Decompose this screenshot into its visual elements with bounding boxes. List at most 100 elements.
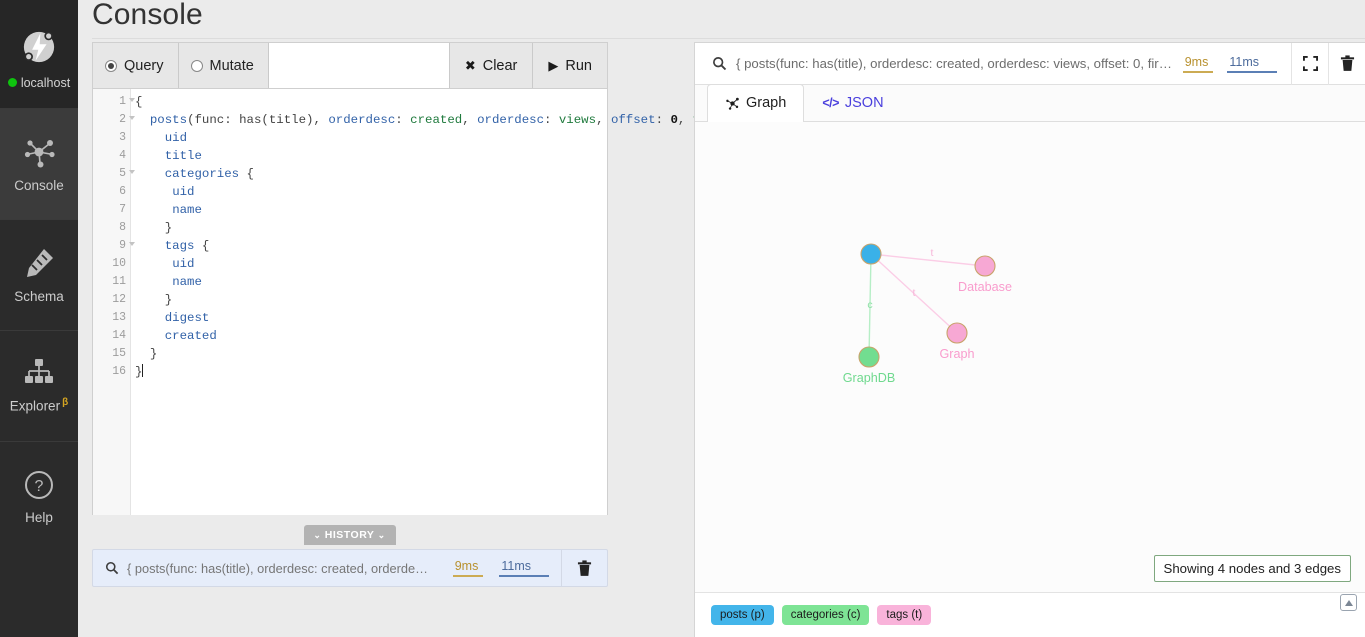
result-latency: 9ms 11ms [1182,55,1291,73]
code-line: } [135,221,173,235]
code-line: created [164,329,217,343]
hierarchy-icon [25,359,53,384]
history-delete-button[interactable] [561,550,607,586]
code-line: posts(func: has(title), orderdesc: creat… [149,113,775,127]
history-total-latency: 11ms [499,559,549,577]
code-line: uid [164,131,188,145]
code-line: { [135,95,143,109]
query-editor[interactable]: 1 2 3 4 5 6 7 8 9 10 11 12 13 14 15 16 { posts(func: ha… [93,89,775,515]
legend-chip[interactable]: tags (t) [877,605,932,625]
graph-edge-label: c [867,299,872,311]
history-entry-text: { posts(func: has(title), orderdesc: cre… [127,560,428,576]
history-toggle-wrap: ⌄ HISTORY ⌄ [92,525,608,545]
tab-json[interactable]: </> JSON [804,84,901,121]
mode-radio-query[interactable]: Query [93,43,179,88]
dgraph-logo-icon [23,31,55,62]
sidebar-item-explorer[interactable]: Explorer β [0,330,78,441]
code-line: name [172,203,202,217]
fold-triangle-icon[interactable] [129,98,135,102]
connection-dot-icon [7,78,17,87]
line-number: 16 [112,365,126,378]
result-delete-button[interactable] [1328,42,1365,85]
search-icon [105,561,119,575]
mode-mutate-label: Mutate [209,57,254,74]
editor-code[interactable]: { posts(func: has(title), orderdesc: cre… [131,89,775,515]
result-panel: { posts(func: has(title), orderdesc: cre… [694,42,1365,637]
sidebar-item-console[interactable]: Console [0,108,78,219]
graph-edge[interactable] [870,253,986,267]
sidebar-brand[interactable]: localhost [0,0,78,108]
collapse-panel-button[interactable] [1340,594,1357,611]
code-line: tags { [164,239,210,253]
graph-edge-label: t [913,287,916,299]
graph-canvas[interactable]: t t c Database Graph GraphDB Showing 4 nodes … [695,122,1365,592]
line-number: 7 [119,203,126,216]
graph-visualization[interactable]: t t c Database Graph GraphDB [695,122,1365,592]
graph-node-label: GraphDB [843,371,896,385]
result-toolbar: { posts(func: has(title), orderdesc: cre… [695,42,1365,85]
history-entry-row[interactable]: { posts(func: has(title), orderdesc: cre… [92,549,608,587]
graph-edge-label: t [931,247,934,259]
line-number: 4 [119,149,126,162]
history-server-latency: 9ms [452,559,484,577]
tab-graph-label: Graph [746,95,787,111]
sidebar-item-label-console: Console [14,178,64,193]
graph-node[interactable] [974,255,996,277]
pencil-ruler-icon [27,249,53,277]
tab-json-label: JSON [844,95,884,111]
graph-node[interactable] [858,346,880,368]
chevron-down-right-icon: ⌄ [377,530,386,540]
sidebar: localhost Console Schema Explorer β ? He… [0,0,78,637]
fullscreen-button[interactable] [1291,42,1328,85]
graph-node[interactable] [946,322,968,344]
connection-host: localhost [20,75,71,90]
graph-node[interactable] [860,243,882,265]
result-total-latency: 11ms [1227,55,1277,73]
line-number: 10 [112,257,126,270]
sidebar-item-label-schema: Schema [14,289,64,304]
search-icon [713,57,727,71]
sidebar-item-label-explorer: Explorer β [10,397,68,414]
fold-triangle-icon[interactable] [129,116,135,120]
page-title: Console [92,0,203,31]
line-number: 11 [112,275,126,288]
line-number: 6 [119,185,126,198]
result-server-latency: 9ms [1182,55,1214,73]
svg-text:?: ? [35,478,44,495]
sidebar-item-help[interactable]: ? Help [0,441,78,552]
ratel-console-app: localhost Console Schema Explorer β ? He… [0,0,1365,637]
code-line: title [164,149,202,163]
trash-icon [577,559,592,576]
history-toggle-button[interactable]: ⌄ HISTORY ⌄ [304,525,396,545]
line-number: 9 [93,237,135,255]
code-line: name [172,275,202,289]
connection-status: localhost [7,75,71,90]
code-line: } [135,364,144,379]
line-number: 15 [112,347,126,360]
trash-icon [1340,55,1354,71]
radio-query-icon [105,59,117,72]
beta-badge: β [62,397,69,409]
legend-chip[interactable]: categories (c) [781,605,870,625]
fold-triangle-icon[interactable] [129,170,135,174]
graph-nodes-icon [24,140,55,168]
clear-button[interactable]: ✖ Clear [449,43,533,88]
code-line: uid [172,185,195,199]
mode-query-label: Query [124,57,164,74]
fold-triangle-icon[interactable] [129,242,135,246]
history-latency: 9ms 11ms [452,559,561,577]
legend-bar: posts (p) categories (c) tags (t) [695,592,1365,637]
mode-radio-mutate[interactable]: Mutate [179,43,269,88]
code-line: } [135,293,173,307]
line-number: 1 [93,93,135,111]
play-icon: ▶ [548,58,559,73]
query-panel: Query Mutate ✖ Clear ▶ Run 1 2 3 4 5 6 7 8 9 10 11… [92,42,775,515]
legend-chip[interactable]: posts (p) [711,605,774,625]
history-toggle-label: HISTORY [324,529,375,541]
tab-graph[interactable]: Graph [707,84,805,122]
line-number: 14 [112,329,126,342]
sidebar-item-schema[interactable]: Schema [0,219,78,330]
question-circle-icon: ? [25,471,53,499]
close-icon: ✖ [464,58,476,73]
run-button[interactable]: ▶ Run [532,43,607,88]
